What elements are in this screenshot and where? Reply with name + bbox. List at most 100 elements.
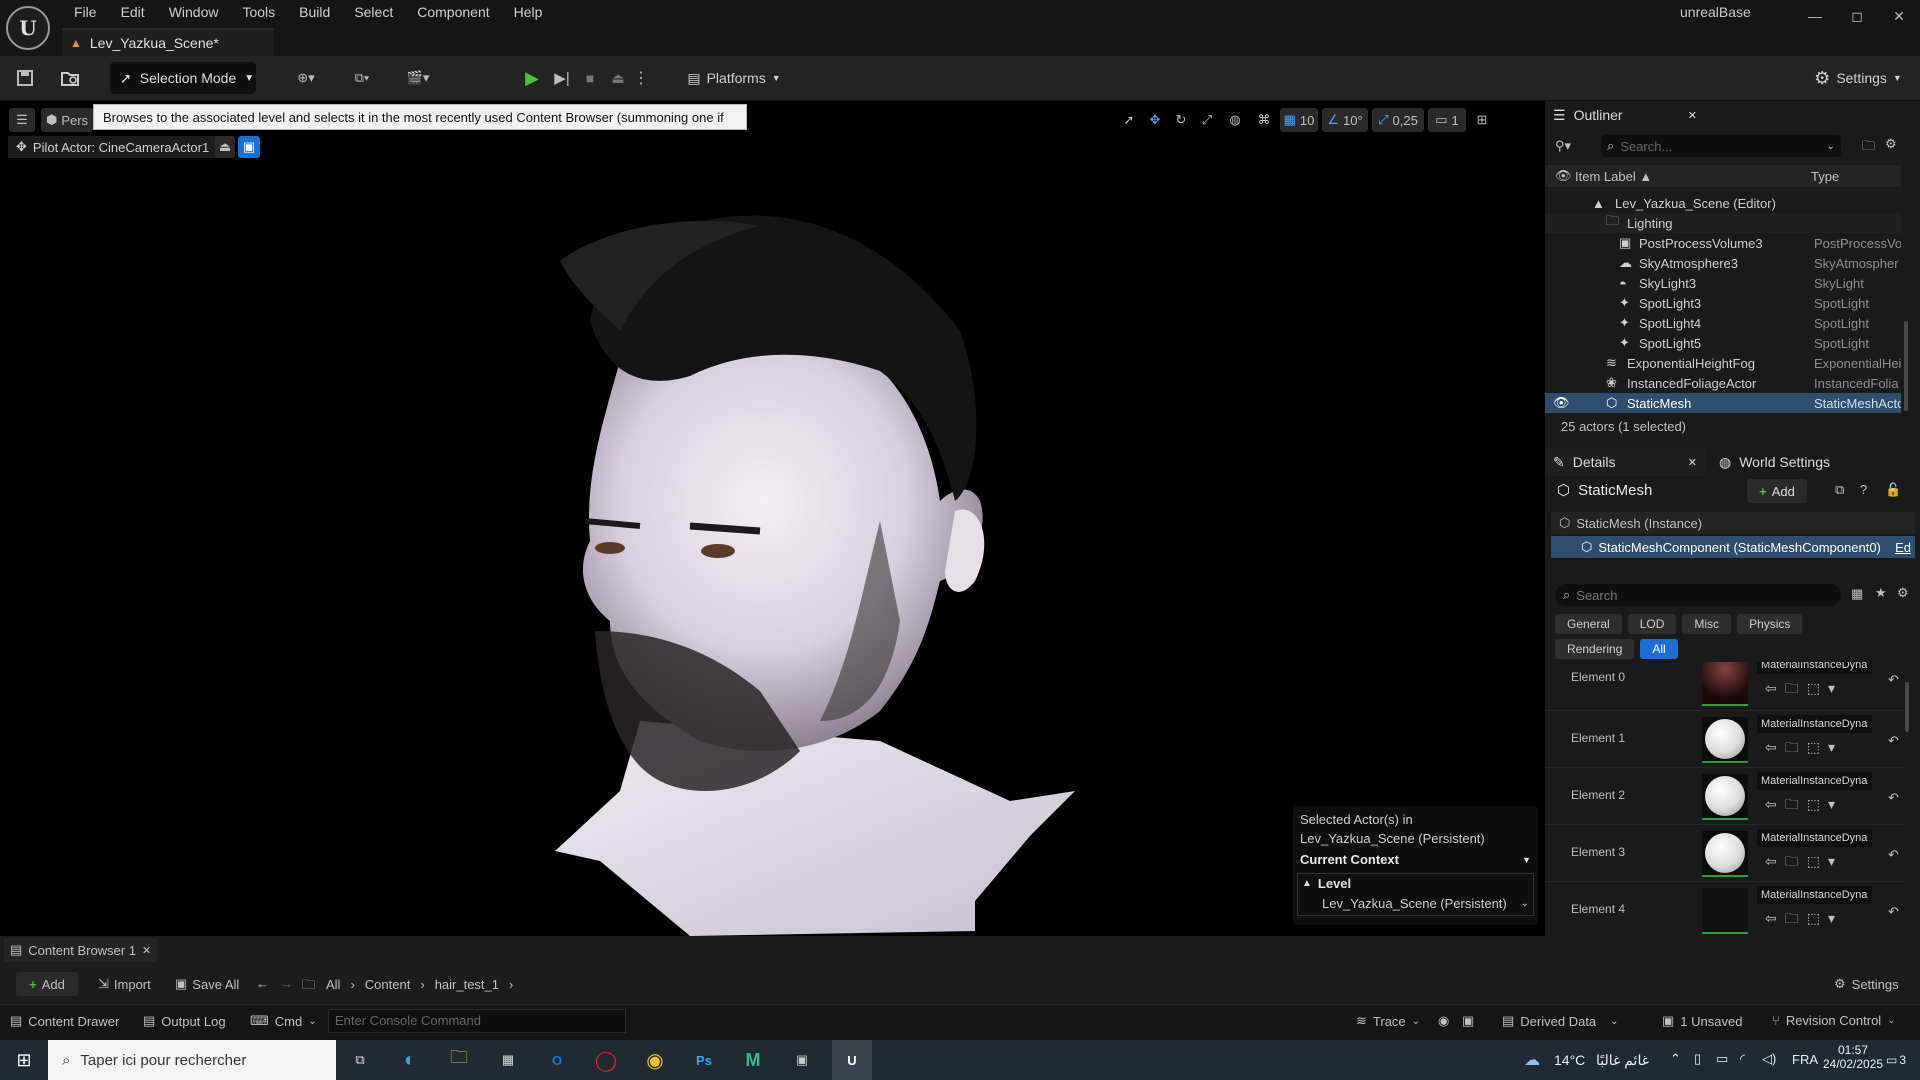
revision-control-button[interactable]: ⑂ Revision Control ⌄	[1772, 1013, 1896, 1028]
column-item-label[interactable]: Item Label ▲	[1575, 169, 1652, 184]
breadcrumb-all[interactable]: All	[326, 977, 340, 992]
outliner-row[interactable]: ✦ SpotLight3 SpotLight	[1545, 293, 1901, 313]
current-context-header[interactable]: Current Context ▼	[1296, 848, 1535, 871]
eject-pilot-icon[interactable]: ⏏	[215, 136, 235, 158]
edge-icon[interactable]: ◐	[390, 1040, 430, 1080]
taskbar-search-box[interactable]: ⌕ Taper ici pour rechercher	[48, 1040, 336, 1080]
selection-mode-dropdown[interactable]: ➚ Selection Mode ▼	[110, 62, 256, 94]
material-actions-icons[interactable]: ⇦🗀⬚▾	[1765, 908, 1843, 932]
category-misc[interactable]: Misc	[1682, 614, 1732, 634]
viewport-menu-icon[interactable]: ☰	[9, 108, 35, 132]
add-folder-icon[interactable]: 🗀	[1862, 137, 1875, 159]
category-general[interactable]: General	[1555, 614, 1622, 634]
outliner-row[interactable]: ◓ SkyLight3 SkyLight	[1545, 273, 1901, 293]
surface-snap-icon[interactable]: ⌘	[1252, 108, 1276, 132]
wifi-icon[interactable]: ◜	[1740, 1051, 1745, 1067]
eye-icon[interactable]: 👁	[1553, 395, 1570, 411]
material-thumbnail[interactable]	[1702, 888, 1748, 934]
menu-tools[interactable]: Tools	[230, 0, 287, 24]
details-scrollbar[interactable]	[1905, 682, 1909, 732]
photoshop-icon[interactable]: Ps	[684, 1040, 724, 1080]
play-icon[interactable]: ▶	[520, 62, 544, 94]
material-name[interactable]: MaterialInstanceDyna	[1757, 772, 1872, 790]
grid-snap-button[interactable]: ▦ 10	[1280, 108, 1318, 132]
notification-button[interactable]: ▭ 3	[1882, 1048, 1910, 1072]
instance-row[interactable]: ⬡ StaticMesh (Instance)	[1551, 512, 1915, 534]
blueprint-icon[interactable]: ⧉	[1835, 482, 1844, 498]
outliner-row[interactable]: 🗀 Lighting	[1545, 213, 1901, 233]
cinematics-icon[interactable]: 🎬▾	[398, 62, 438, 94]
content-drawer-button[interactable]: ▤ Content Drawer	[10, 1013, 119, 1029]
material-name[interactable]: MaterialInstanceDyna	[1757, 715, 1872, 733]
category-all[interactable]: All	[1640, 639, 1678, 659]
unreal-logo-icon[interactable]: U	[6, 6, 50, 50]
scale-tool-icon[interactable]: ⤢	[1196, 108, 1218, 132]
reset-icon[interactable]: ↶	[1888, 672, 1899, 688]
browse-level-icon[interactable]	[56, 62, 84, 94]
settings-button[interactable]: ⚙ Settings ▼	[1812, 62, 1904, 94]
material-thumbnail[interactable]	[1702, 662, 1748, 706]
reset-icon[interactable]: ↶	[1888, 733, 1899, 749]
reset-icon[interactable]: ↶	[1888, 847, 1899, 863]
menu-help[interactable]: Help	[502, 0, 555, 24]
column-type[interactable]: Type	[1811, 169, 1839, 184]
outliner-row[interactable]: ▣ PostProcessVolume3 PostProcessVo	[1545, 233, 1901, 253]
screenshot-icon[interactable]: ▣	[1462, 1013, 1474, 1029]
unreal-taskbar-icon[interactable]: U	[832, 1040, 872, 1080]
record-icon[interactable]: ◉	[1438, 1013, 1449, 1029]
scale-snap-button[interactable]: ⤢ 0,25	[1372, 108, 1424, 132]
outliner-scrollbar[interactable]	[1904, 321, 1908, 411]
back-icon[interactable]: ←	[256, 976, 269, 991]
material-actions-icons[interactable]: ⇦🗀⬚▾	[1765, 851, 1843, 875]
clock[interactable]: 01:57 24/02/2025	[1818, 1043, 1888, 1071]
rotate-tool-icon[interactable]: ↻	[1170, 108, 1192, 132]
outliner-row[interactable]: ☁ SkyAtmosphere3 SkyAtmospher	[1545, 253, 1901, 273]
metahuman-icon[interactable]: M	[733, 1040, 773, 1080]
details-search-input[interactable]: ⌕ Search	[1555, 584, 1841, 606]
select-tool-icon[interactable]: ➚	[1118, 108, 1140, 132]
add-actor-icon[interactable]: ⊕▾	[286, 62, 326, 94]
step-icon[interactable]: ▶|	[550, 62, 574, 94]
menu-build[interactable]: Build	[287, 0, 342, 24]
perspective-button[interactable]: ⬢ Pers	[41, 108, 93, 132]
content-browser-tab[interactable]: ▤ Content Browser 1 ✕	[4, 938, 158, 962]
outliner-tab[interactable]: ☰ Outliner ✕	[1545, 101, 1705, 129]
maximize-button[interactable]: ◻	[1834, 0, 1880, 32]
menu-select[interactable]: Select	[342, 0, 405, 24]
app-window-icon[interactable]: ▣	[782, 1040, 822, 1080]
details-tab[interactable]: ✎ Details ✕	[1545, 448, 1705, 476]
material-actions-icons[interactable]: ⇦🗀⬚▾	[1765, 794, 1843, 818]
material-actions-icons[interactable]: ⇦🗀⬚▾	[1765, 678, 1843, 702]
outliner-row[interactable]: ❀ InstancedFoliageActor InstancedFolia	[1545, 373, 1901, 393]
cb-add-button[interactable]: + Add	[16, 972, 78, 996]
camera-lock-icon[interactable]: ▣	[238, 136, 260, 158]
outliner-row[interactable]: ≋ ExponentialHeightFog ExponentialHei	[1545, 353, 1901, 373]
windows-start-icon[interactable]: ⊞	[4, 1040, 44, 1080]
world-settings-tab[interactable]: ◍ World Settings	[1711, 448, 1891, 476]
gear-icon[interactable]: ⚙	[1885, 136, 1897, 152]
chrome-icon[interactable]: ◉	[635, 1040, 675, 1080]
lock-icon[interactable]: 🔓	[1885, 482, 1901, 498]
add-component-button[interactable]: + Add	[1747, 479, 1807, 503]
task-view-icon[interactable]: ⧉	[340, 1040, 380, 1080]
level-tab[interactable]: ▲ Lev_Yazkua_Scene*	[62, 28, 274, 56]
close-button[interactable]: ✕	[1876, 0, 1920, 32]
cb-settings-button[interactable]: ⚙ Settings	[1834, 972, 1899, 996]
menu-component[interactable]: Component	[405, 0, 501, 24]
material-name[interactable]: MaterialInstanceDyna	[1757, 886, 1872, 904]
category-lod[interactable]: LOD	[1627, 614, 1677, 634]
gear-icon[interactable]: ⚙	[1897, 585, 1909, 601]
weather-icon[interactable]: ☁	[1524, 1050, 1540, 1070]
material-actions-icons[interactable]: ⇦🗀⬚▾	[1765, 737, 1843, 761]
table-view-icon[interactable]: ▦	[1851, 586, 1863, 602]
menu-file[interactable]: File	[62, 0, 109, 24]
close-icon[interactable]: ✕	[142, 944, 151, 957]
world-local-icon[interactable]: ◍	[1222, 108, 1248, 132]
platforms-button[interactable]: ▤ Platforms ▼	[686, 62, 782, 94]
minimize-button[interactable]: —	[1792, 0, 1838, 32]
help-icon[interactable]: ?	[1860, 482, 1867, 497]
file-explorer-icon[interactable]: 🗀	[439, 1040, 479, 1080]
blueprint-icon[interactable]: ⧉▾	[342, 62, 382, 94]
camera-speed-button[interactable]: ▭ 1	[1428, 108, 1466, 132]
edit-hint[interactable]: Ed	[1895, 540, 1915, 555]
